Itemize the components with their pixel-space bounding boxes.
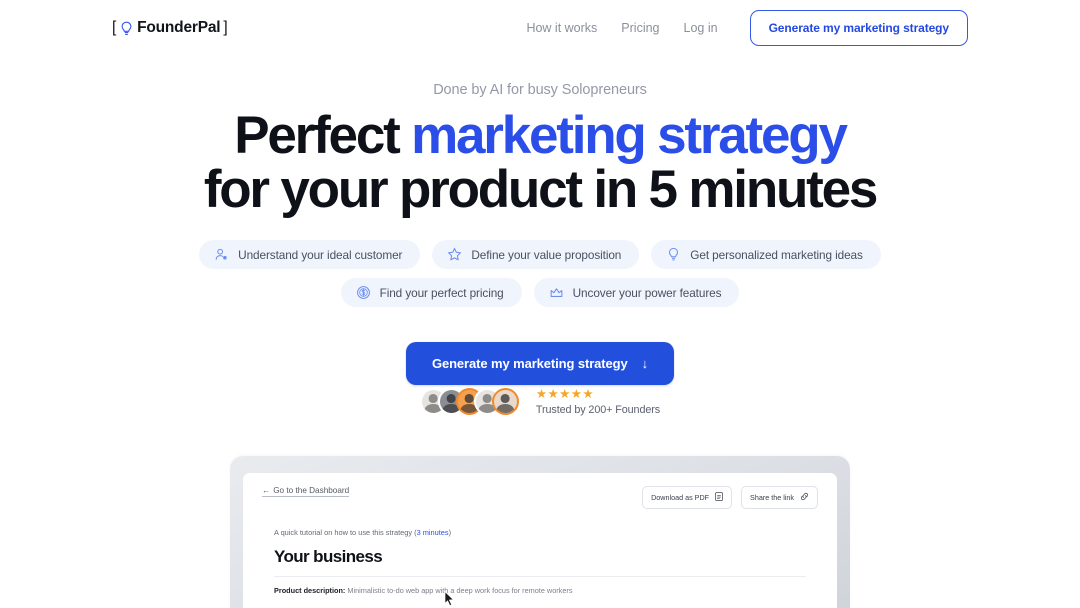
headline-accent: marketing strategy [411,106,848,165]
dollar-circle-icon [356,285,371,300]
nav-link-pricing[interactable]: Pricing [621,21,659,35]
pill-define-value-proposition[interactable]: Define your value proposition [432,240,640,269]
avatar [491,388,519,416]
pill-label: Uncover your power features [572,285,722,300]
user-check-icon [214,247,229,262]
preview-actions: Download as PDF Share the link [642,486,818,509]
hero-section: Done by AI for busy Solopreneurs Perfect… [0,82,1080,220]
pill-find-perfect-pricing[interactable]: Find your perfect pricing [340,278,522,307]
product-preview-frame: ← Go to the Dashboard Download as PDF Sh… [230,456,850,608]
generate-strategy-button[interactable]: Generate my marketing strategy ↓ [405,342,675,385]
product-description-row: Product description: Minimalistic to-do … [262,586,712,597]
product-description-label: Product description: [274,586,346,595]
tutorial-note: A quick tutorial on how to use this stra… [262,528,818,537]
download-pdf-label: Download as PDF [651,493,710,502]
pill-label: Find your perfect pricing [379,285,504,300]
main-nav: How it works Pricing Log in Generate my … [526,10,968,46]
hero-cta-wrapper: Generate my marketing strategy ↓ [0,342,1080,385]
preview-section-title: Your business [274,547,383,566]
pill-label: Get personalized marketing ideas [690,247,863,262]
pill-personalized-marketing-ideas[interactable]: Get personalized marketing ideas [651,240,881,269]
arrow-left-icon: ← [262,486,271,495]
rating-block: ★★★★★ Trusted by 200+ Founders [536,388,660,416]
trusted-by-label: Trusted by 200+ Founders [535,403,661,416]
header-generate-strategy-button[interactable]: Generate my marketing strategy [749,10,968,46]
headline-part-2: for your product in 5 minutes [203,160,879,220]
lightbulb-icon [120,21,133,36]
logo-bracket-close: ] [223,19,228,36]
tutorial-duration-link[interactable]: 3 minutes [417,528,449,537]
tutorial-prefix: A quick tutorial on how to use this stra… [274,528,417,537]
link-icon [800,492,809,503]
nav-link-how-it-works[interactable]: How it works [526,21,597,35]
page-title: Perfect marketing strategy for your prod… [0,109,1080,220]
pill-label: Define your value proposition [471,247,622,262]
lightbulb-icon [666,247,681,262]
nav-link-log-in[interactable]: Log in [684,21,718,35]
go-to-dashboard-label: Go to the Dashboard [273,486,350,495]
landing-page: [ FounderPal ] How it works Pricing Log … [0,0,1080,608]
share-the-link-button[interactable]: Share the link [741,486,818,509]
arrow-down-icon: ↓ [641,356,649,371]
divider [274,576,806,577]
cta-label: Generate my marketing strategy [431,356,628,371]
pdf-document-icon [715,492,723,503]
download-as-pdf-button[interactable]: Download as PDF [642,486,733,509]
star-rating-icon: ★★★★★ [535,387,594,401]
preview-toolbar: ← Go to the Dashboard Download as PDF Sh… [262,486,818,509]
go-to-dashboard-link[interactable]: ← Go to the Dashboard [262,486,350,497]
strategy-document-preview: ← Go to the Dashboard Download as PDF Sh… [243,473,837,608]
pill-label: Understand your ideal customer [238,247,403,262]
feature-pills: Understand your ideal customer Define yo… [0,240,1080,316]
star-icon [447,247,462,262]
pill-understand-ideal-customer[interactable]: Understand your ideal customer [199,240,421,269]
social-proof: ★★★★★ Trusted by 200+ Founders [0,388,1080,416]
share-link-label: Share the link [750,493,794,502]
logo[interactable]: [ FounderPal ] [112,19,228,37]
avatar-group [419,388,519,416]
product-description-value: Minimalistic to-do web app with a deep w… [345,586,573,595]
crown-icon [549,285,564,300]
logo-bracket-open: [ [112,19,117,36]
hero-eyebrow: Done by AI for busy Solopreneurs [433,82,647,98]
headline-part-1: Perfect [234,106,412,165]
pill-uncover-power-features[interactable]: Uncover your power features [533,278,740,307]
logo-name: FounderPal [137,19,221,36]
feature-pill-row-2: Find your perfect pricing Uncover your p… [0,278,1080,307]
tutorial-suffix: ) [448,528,452,537]
feature-pill-row-1: Understand your ideal customer Define yo… [0,240,1080,269]
site-header: [ FounderPal ] How it works Pricing Log … [0,0,1080,56]
